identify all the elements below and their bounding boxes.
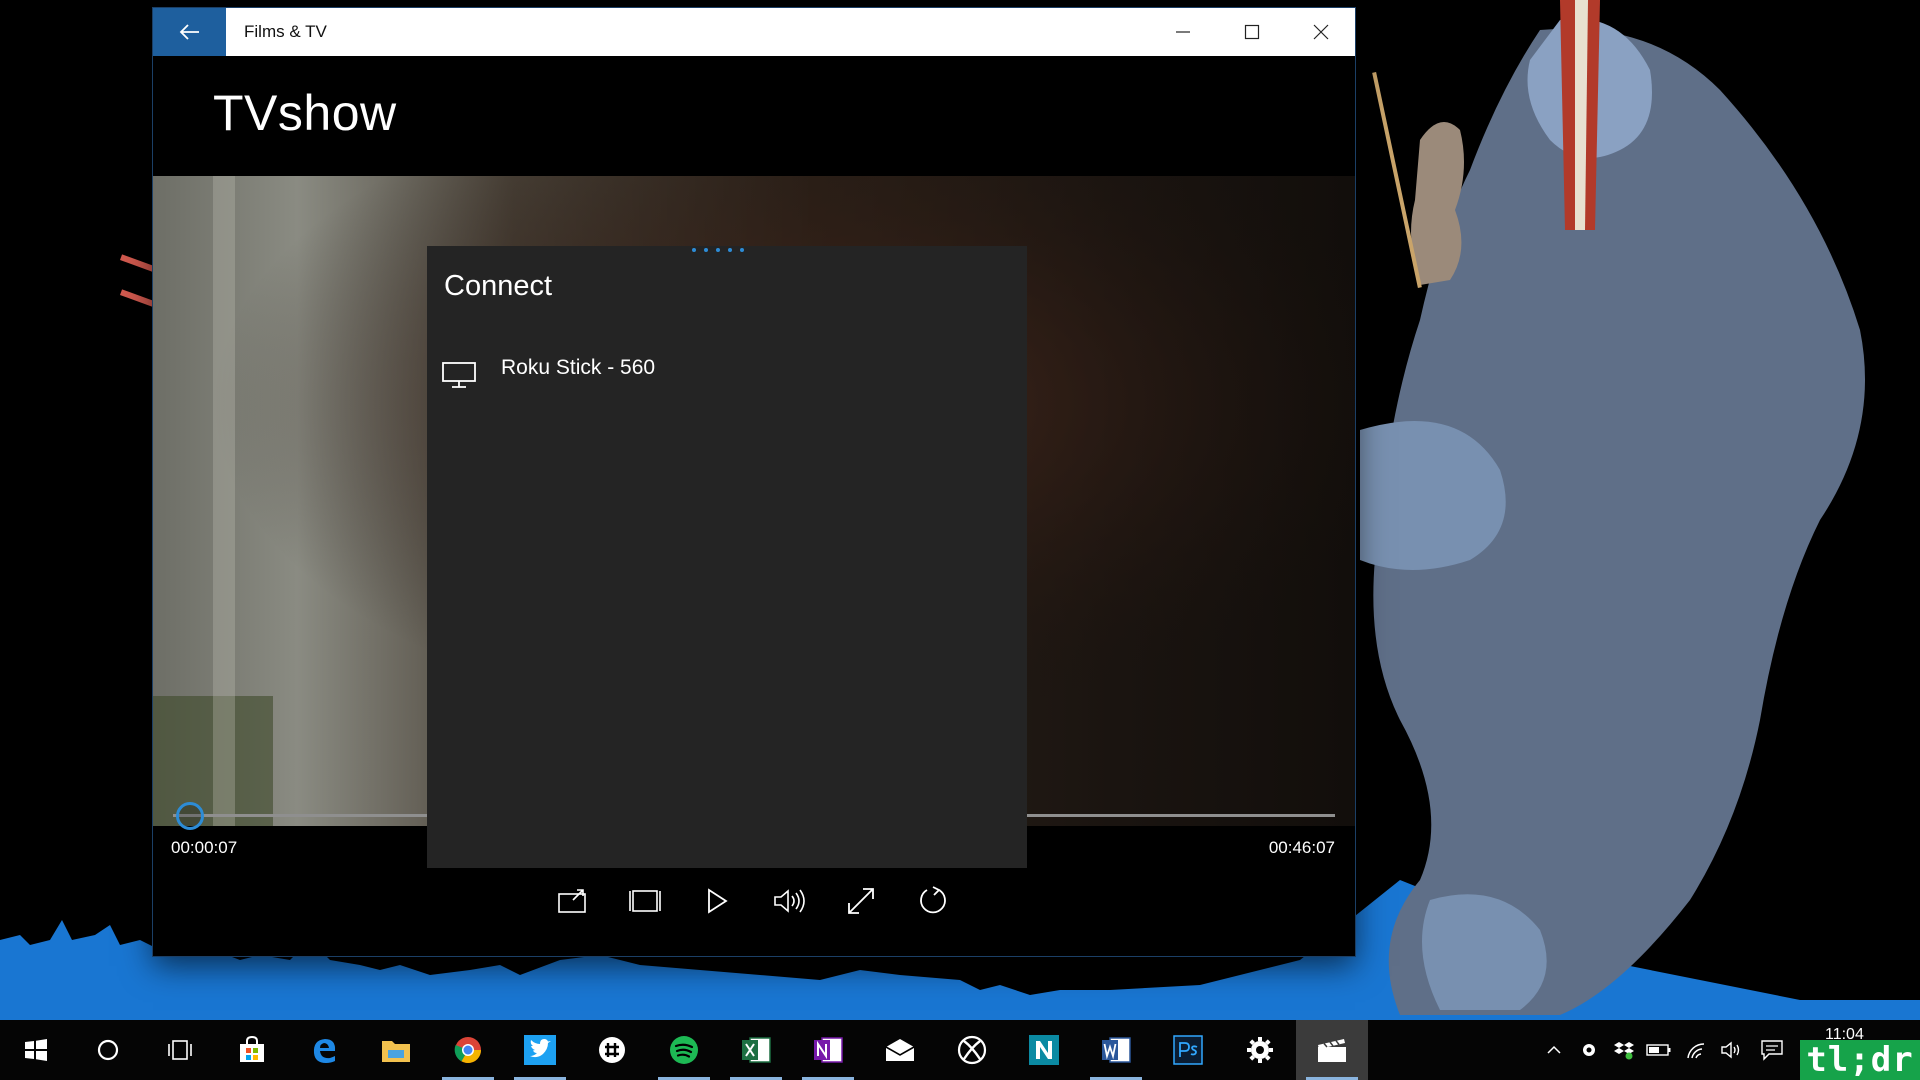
aspect-ratio-button[interactable] bbox=[617, 873, 673, 929]
folder-icon bbox=[382, 1041, 410, 1062]
notification-icon bbox=[1761, 1040, 1783, 1061]
cortana-icon bbox=[97, 1039, 119, 1061]
spotify-icon bbox=[670, 1036, 698, 1064]
monitor-icon bbox=[442, 362, 476, 388]
connect-panel: Connect Roku Stick - 560 bbox=[427, 246, 1027, 868]
page-header: TVshow bbox=[153, 56, 1355, 176]
play-button[interactable] bbox=[689, 873, 745, 929]
title-bar[interactable]: Films & TV bbox=[153, 8, 1355, 56]
seek-thumb[interactable] bbox=[175, 802, 204, 830]
minimize-button[interactable] bbox=[1149, 8, 1217, 56]
wifi-icon bbox=[1687, 1043, 1705, 1059]
photoshop-app[interactable] bbox=[1152, 1020, 1224, 1080]
start-button[interactable] bbox=[0, 1020, 72, 1080]
twitter-app[interactable] bbox=[504, 1020, 576, 1080]
battery-icon bbox=[1646, 1044, 1671, 1056]
mail-icon bbox=[885, 1039, 915, 1061]
loading-dots-icon bbox=[692, 248, 744, 252]
tray-app-1[interactable] bbox=[1575, 1030, 1603, 1070]
close-icon bbox=[1313, 24, 1329, 40]
volume-button[interactable] bbox=[761, 873, 817, 929]
slack-icon bbox=[599, 1037, 625, 1063]
store-icon bbox=[240, 1035, 264, 1062]
site-watermark: tl;dr bbox=[1800, 1040, 1920, 1080]
spotify-app[interactable] bbox=[648, 1020, 720, 1080]
back-button[interactable] bbox=[153, 8, 226, 56]
battery-tray[interactable] bbox=[1645, 1030, 1673, 1070]
films-tv-app[interactable] bbox=[1296, 1020, 1368, 1080]
play-icon bbox=[708, 888, 728, 914]
cortana-button[interactable] bbox=[72, 1020, 144, 1080]
mail-app[interactable] bbox=[864, 1020, 936, 1080]
dropbox-icon bbox=[1614, 1042, 1634, 1060]
task-view-icon bbox=[168, 1040, 192, 1060]
edge-app[interactable] bbox=[288, 1020, 360, 1080]
xbox-icon bbox=[957, 1035, 987, 1065]
slack-app[interactable] bbox=[576, 1020, 648, 1080]
twitter-icon bbox=[524, 1035, 556, 1065]
speaker-icon bbox=[1721, 1041, 1740, 1059]
repeat-button[interactable] bbox=[905, 873, 961, 929]
excel-icon bbox=[742, 1037, 771, 1063]
maximize-button[interactable] bbox=[1218, 8, 1286, 56]
clapperboard-icon bbox=[1318, 1039, 1346, 1062]
onenote-app[interactable] bbox=[792, 1020, 864, 1080]
fullscreen-button[interactable] bbox=[833, 873, 889, 929]
window-title: Films & TV bbox=[244, 22, 327, 41]
device-name: Roku Stick - 560 bbox=[501, 356, 656, 379]
show-hidden-icons-button[interactable] bbox=[1540, 1030, 1568, 1070]
volume-tray[interactable] bbox=[1718, 1030, 1746, 1070]
store-app[interactable] bbox=[216, 1020, 288, 1080]
news-app[interactable] bbox=[1008, 1020, 1080, 1080]
dropbox-tray[interactable] bbox=[1610, 1030, 1638, 1070]
maximize-icon bbox=[1244, 24, 1260, 40]
news-n-icon bbox=[1029, 1035, 1059, 1065]
windows-logo-icon bbox=[25, 1039, 47, 1061]
sync-gear-icon bbox=[1583, 1044, 1595, 1056]
page-title: TVshow bbox=[213, 85, 397, 141]
file-explorer-app[interactable] bbox=[360, 1020, 432, 1080]
aspect-ratio-icon bbox=[629, 890, 661, 912]
word-icon bbox=[1102, 1037, 1131, 1063]
repeat-icon bbox=[920, 886, 946, 914]
minimize-icon bbox=[1176, 31, 1190, 33]
fullscreen-icon bbox=[848, 888, 874, 914]
network-tray[interactable] bbox=[1682, 1030, 1710, 1070]
settings-app[interactable] bbox=[1224, 1020, 1296, 1080]
photoshop-icon bbox=[1173, 1035, 1203, 1065]
gear-icon bbox=[1247, 1037, 1273, 1063]
chrome-app[interactable] bbox=[432, 1020, 504, 1080]
xbox-app[interactable] bbox=[936, 1020, 1008, 1080]
excel-app[interactable] bbox=[720, 1020, 792, 1080]
onenote-icon bbox=[814, 1037, 843, 1063]
cast-icon bbox=[558, 889, 586, 913]
task-view-button[interactable] bbox=[144, 1020, 216, 1080]
chevron-up-icon bbox=[1547, 1045, 1561, 1054]
close-button[interactable] bbox=[1287, 8, 1355, 56]
action-center-button[interactable] bbox=[1758, 1030, 1786, 1070]
word-app[interactable] bbox=[1080, 1020, 1152, 1080]
total-time: 00:46:07 bbox=[1268, 838, 1335, 857]
cast-button[interactable] bbox=[545, 873, 601, 929]
device-list-item[interactable]: Roku Stick - 560 bbox=[441, 354, 1001, 404]
taskbar: 11:04 bbox=[0, 1020, 1920, 1080]
connect-title: Connect bbox=[444, 270, 553, 302]
current-time: 00:00:07 bbox=[171, 838, 238, 857]
edge-icon bbox=[313, 1039, 336, 1063]
back-arrow-icon bbox=[179, 24, 199, 40]
films-tv-window: Films & TV TVshow 00:00:07 00:46:07 Conn… bbox=[153, 8, 1355, 956]
volume-icon bbox=[774, 889, 805, 913]
chrome-icon bbox=[454, 1037, 482, 1064]
playback-controls bbox=[153, 873, 1355, 933]
